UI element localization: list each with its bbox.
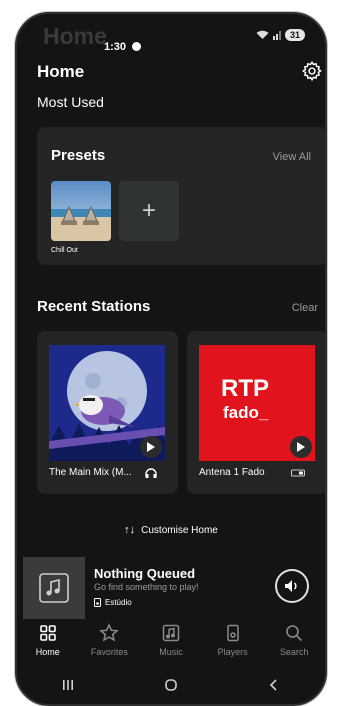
- now-playing-subtitle: Go find something to play!: [94, 582, 199, 592]
- grid-icon: [39, 625, 56, 641]
- page-title: Home: [37, 62, 85, 81]
- tab-home[interactable]: Home: [17, 621, 79, 661]
- presets-card: Presets View All Chill Out +: [37, 127, 325, 265]
- tab-label: Music: [159, 647, 183, 657]
- tab-players[interactable]: Players: [202, 621, 264, 661]
- battery-badge: 31: [284, 29, 305, 41]
- home-nav-icon[interactable]: [164, 678, 178, 692]
- presets-title: Presets: [51, 147, 106, 164]
- tab-label: Home: [35, 647, 60, 657]
- station-card-antena-fado[interactable]: RTP fado_ Antena 1 Fado: [187, 331, 325, 494]
- preset-chill-out[interactable]: [51, 181, 111, 241]
- now-playing-room[interactable]: Estúdio: [94, 598, 132, 607]
- status-right: 31: [256, 29, 305, 41]
- rtp-logo: RTP: [221, 375, 269, 402]
- most-used-heading: Most Used: [37, 94, 104, 110]
- customise-home-button[interactable]: ↑↓ Customise Home: [17, 524, 325, 536]
- station-name: Antena 1 Fado: [199, 467, 265, 478]
- phone-frame: Home 1:30 31 Home Most Used Presets View…: [15, 12, 327, 706]
- now-playing-bar[interactable]: Nothing Queued Go find something to play…: [17, 557, 325, 620]
- room-label: Estúdio: [105, 598, 132, 607]
- main-mix-artwork: [49, 345, 165, 461]
- search-icon: [286, 625, 303, 642]
- speaker-icon: [94, 598, 101, 607]
- play-button[interactable]: [290, 436, 312, 458]
- recents-icon[interactable]: [61, 678, 75, 692]
- system-nav-bar: [17, 667, 325, 703]
- speaker-icon: [226, 624, 239, 642]
- wifi-icon: [256, 30, 269, 39]
- back-icon[interactable]: [267, 678, 281, 692]
- tab-label: Favorites: [90, 647, 128, 657]
- tab-label: Players: [217, 647, 248, 657]
- chill-out-artwork: [51, 181, 111, 241]
- tab-bar: Home Favorites Music Players Search: [17, 621, 325, 661]
- gear-icon[interactable]: [301, 60, 323, 82]
- time-text: 1:30: [103, 41, 126, 53]
- radio-icon: [291, 469, 305, 477]
- now-playing-artwork: [23, 557, 85, 619]
- signal-icon: [272, 31, 281, 40]
- preset-label: Chill Out: [51, 247, 78, 254]
- sort-icon: ↑↓: [124, 524, 136, 536]
- play-icon: [297, 442, 305, 452]
- customise-label: Customise Home: [141, 525, 218, 536]
- star-icon: [99, 623, 120, 642]
- play-icon: [147, 442, 155, 452]
- headphones-icon: [145, 468, 157, 478]
- music-note-icon: [39, 573, 69, 603]
- station-name: The Main Mix (M...: [49, 467, 132, 478]
- play-button[interactable]: [140, 436, 162, 458]
- tab-favorites[interactable]: Favorites: [79, 621, 141, 661]
- recent-stations-title: Recent Stations: [37, 298, 151, 315]
- music-icon: [162, 624, 180, 642]
- volume-icon: [285, 580, 297, 592]
- status-bar: Home 1:30 31: [37, 23, 307, 53]
- ghost-title: Home: [43, 23, 107, 49]
- tab-label: Search: [279, 647, 309, 657]
- status-time: Home 1:30: [37, 23, 142, 56]
- add-preset-button[interactable]: +: [119, 181, 179, 241]
- now-playing-title: Nothing Queued: [94, 566, 196, 581]
- rtp-fado-artwork: RTP fado_: [199, 345, 315, 461]
- view-all-link[interactable]: View All: [273, 151, 311, 163]
- tab-music[interactable]: Music: [140, 621, 202, 661]
- station-card-main-mix[interactable]: The Main Mix (M...: [37, 331, 178, 494]
- notification-icon: [132, 42, 142, 51]
- volume-button[interactable]: [275, 569, 309, 603]
- tab-search[interactable]: Search: [263, 621, 325, 661]
- rtp-sub: fado_: [223, 403, 269, 422]
- clear-link[interactable]: Clear: [292, 302, 318, 314]
